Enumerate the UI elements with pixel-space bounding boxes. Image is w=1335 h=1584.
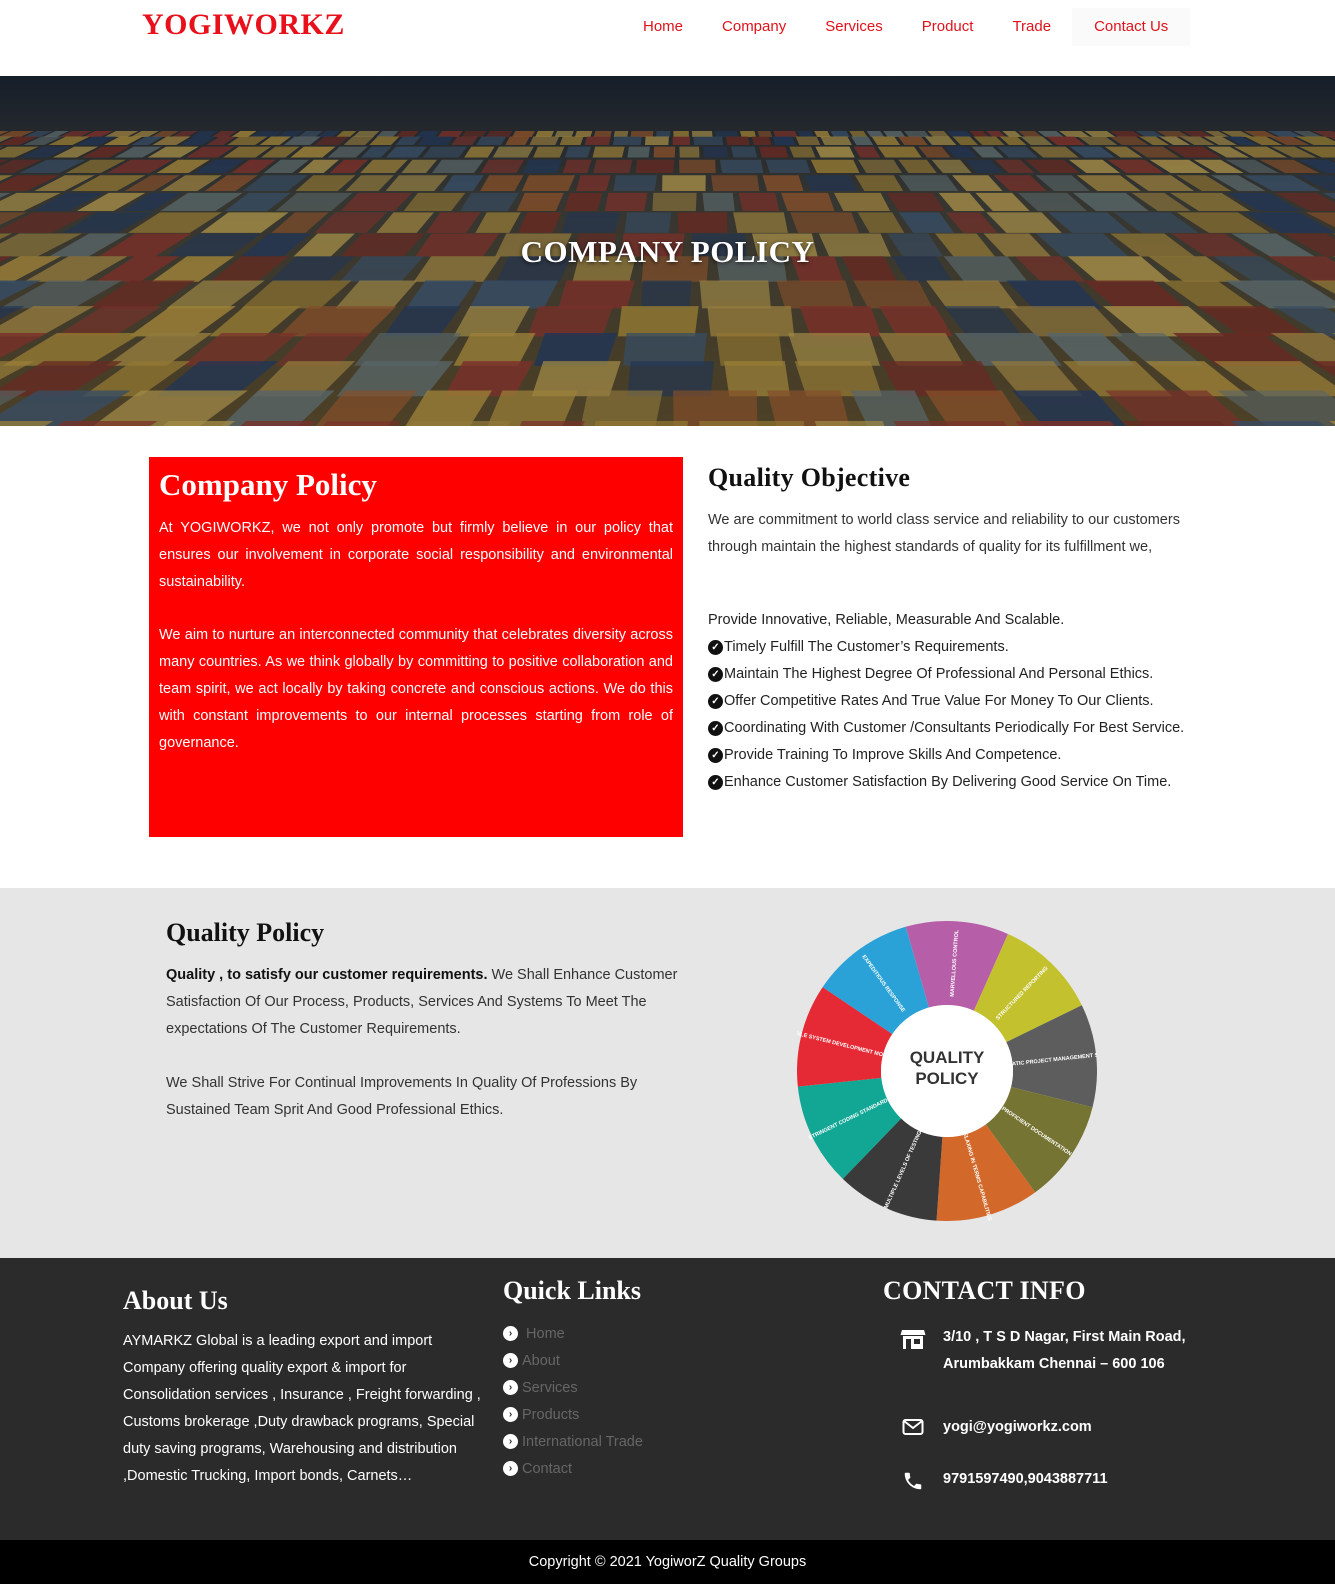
check-circle-icon: ✓: [708, 775, 723, 790]
wheel-center-label: QUALITY: [910, 1048, 985, 1067]
footer-link-about[interactable]: About: [522, 1353, 560, 1369]
main-nav: Home Company Services Product Trade Cont…: [625, 8, 1193, 46]
hero-banner: COMPANY POLICY: [0, 76, 1335, 426]
quality-objective-intro: We are commitment to world class service…: [708, 512, 1180, 555]
chevron-right-circle-icon: ›: [503, 1407, 518, 1422]
list-item: ✓ Offer Competitive Rates And True Value …: [708, 688, 1218, 715]
objective-list: ✓ Timely Fulfill The Customer’s Requireme…: [708, 634, 1218, 796]
envelope-icon: [883, 1414, 943, 1441]
nav-services[interactable]: Services: [807, 8, 901, 46]
list-item: › Services: [503, 1374, 643, 1401]
footer-link-international-trade[interactable]: International Trade: [522, 1434, 643, 1450]
quality-objective-title: Quality Objective: [708, 463, 911, 492]
store-icon: [883, 1324, 943, 1378]
footer-contact-info: CONTACT INFO 3/10 , T S D Nagar, First M…: [883, 1276, 1213, 1493]
list-item: › International Trade: [503, 1428, 643, 1455]
contact-email: yogi@yogiworkz.com: [883, 1414, 1213, 1441]
footer-link-services[interactable]: Services: [522, 1380, 578, 1396]
list-item: ✓ Maintain The Highest Degree Of Professi…: [708, 661, 1218, 688]
footer-quick-links: Quick Links › Home › About › Services › Pro…: [503, 1276, 643, 1482]
hero-title: COMPANY POLICY: [520, 234, 815, 269]
chevron-right-circle-icon: ›: [503, 1461, 518, 1476]
list-item: ✓ Provide Training To Improve Skills And …: [708, 742, 1218, 769]
site-logo[interactable]: YOGIWORKZ: [142, 8, 345, 42]
wheel-center-label: POLICY: [915, 1069, 979, 1088]
quality-policy-text: Quality Policy Quality , to satisfy our …: [166, 918, 686, 1151]
nav-contact-us[interactable]: Contact Us: [1072, 8, 1191, 46]
quality-policy-para-1: Quality , to satisfy our customer requir…: [166, 967, 678, 1037]
phone-icon: [883, 1466, 943, 1493]
list-item: ✓ Timely Fulfill The Customer’s Requireme…: [708, 634, 1218, 661]
chevron-right-circle-icon: ›: [503, 1353, 518, 1368]
footer-about: About Us AYMARKZ Global is a leading exp…: [123, 1286, 493, 1490]
contact-address: 3/10 , T S D Nagar, First Main Road, Aru…: [883, 1324, 1213, 1378]
list-item: › About: [503, 1347, 643, 1374]
footer-contact-title: CONTACT INFO: [883, 1276, 1086, 1305]
list-item: › Contact: [503, 1455, 643, 1482]
chevron-right-circle-icon: ›: [503, 1434, 518, 1449]
check-circle-icon: ✓: [708, 721, 723, 736]
check-circle-icon: ✓: [708, 694, 723, 709]
nav-trade[interactable]: Trade: [994, 8, 1069, 46]
quality-policy-section: Quality Policy Quality , to satisfy our …: [0, 888, 1335, 1258]
check-circle-icon: ✓: [708, 667, 723, 682]
footer-links-title: Quick Links: [503, 1276, 642, 1305]
quality-policy-wheel: MARVELLOUS CONTROL STRUCTURED REPORTING PR…: [797, 921, 1097, 1221]
quality-objective: Quality Objective We are commitment to w…: [708, 463, 1218, 796]
nav-home[interactable]: Home: [625, 8, 701, 46]
company-policy-para-2: We aim to nurture an interconnected comm…: [159, 627, 673, 751]
list-item: ✓ Coordinating With Customer /Consultants…: [708, 715, 1218, 742]
list-item: ✓ Enhance Customer Satisfaction By Delive…: [708, 769, 1218, 796]
chevron-right-circle-icon: ›: [503, 1380, 518, 1395]
check-circle-icon: ✓: [708, 640, 723, 655]
footer-link-products[interactable]: Products: [522, 1407, 579, 1423]
site-header: YOGIWORKZ Home Company Services Product …: [0, 0, 1335, 76]
objective-first-item: Provide Innovative, Reliable, Measurable…: [708, 612, 1065, 628]
quality-policy-para-2: We Shall Strive For Continual Improvemen…: [166, 1075, 638, 1118]
nav-company[interactable]: Company: [704, 8, 804, 46]
copyright-bar: Copyright © 2021 YogiworZ Quality Groups: [0, 1540, 1335, 1584]
quality-policy-title: Quality Policy: [166, 918, 325, 947]
chevron-right-circle-icon: ›: [503, 1326, 518, 1341]
footer-link-home[interactable]: Home: [522, 1326, 565, 1342]
company-policy-para-1: At YOGIWORKZ, we not only promote but fi…: [159, 520, 673, 590]
company-policy-box: Company Policy At YOGIWORKZ, we not only…: [149, 457, 683, 837]
list-item: › Products: [503, 1401, 643, 1428]
check-circle-icon: ✓: [708, 748, 723, 763]
list-item: › Home: [503, 1320, 643, 1347]
site-footer: About Us AYMARKZ Global is a leading exp…: [0, 1258, 1335, 1540]
footer-about-title: About Us: [123, 1286, 228, 1315]
company-policy-title: Company Policy: [159, 467, 377, 502]
footer-about-text: AYMARKZ Global is a leading export and i…: [123, 1333, 481, 1484]
contact-phone: 9791597490,9043887711: [883, 1466, 1213, 1493]
nav-product[interactable]: Product: [904, 8, 992, 46]
footer-link-contact[interactable]: Contact: [522, 1461, 572, 1477]
